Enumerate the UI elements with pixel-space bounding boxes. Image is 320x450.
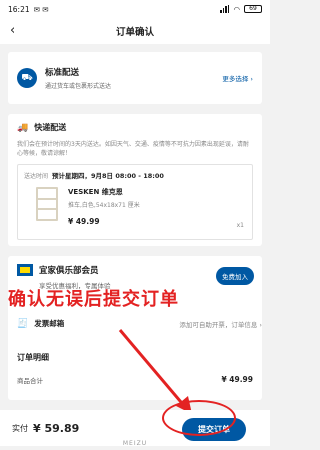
delivery-slot[interactable]: 送达时间 预计星期四，9月8日 08:00 - 18:00 VESKEN 维克恩 … [17,164,253,240]
shipping-title: 标准配送 [45,68,80,78]
slot-label: 送达时间 [24,173,49,180]
status-bar: 16:21 ✉ ✉ ◠ 69 [0,0,270,18]
shipping-subtitle: 通过货车或包裹形式送达 [45,83,112,90]
device-brand: MEIZU [122,440,148,447]
delivery-card: 🚚 快递配送 我们会在预计时间的3天内送达。如因天气、交通、疫情等不可抗力因素出… [8,114,262,246]
shipping-option-card[interactable]: ⛟ 标准配送 通过货车或包裹形式送达 更多选择 › [8,52,262,104]
member-title: 宜家俱乐部会员 [39,266,99,276]
signal-icon [220,5,230,13]
product-desc: 推车,白色,54x18x71 厘米 [68,202,140,209]
detail-title: 订单明细 [17,353,49,362]
annotation-text: 确认无误后提交订单 [8,289,179,310]
total-amount: ¥ 59.89 [33,421,80,435]
join-free-button[interactable]: 免费加入 [216,267,254,285]
back-button[interactable]: ‹ [10,23,15,38]
invoice-row[interactable]: 🧾 发票邮箱 添加可自助开票，订单信息 › [17,318,262,329]
truck-icon: 🚚 [17,122,29,133]
wifi-icon: ◠ [233,4,240,14]
annotation-circle [162,400,236,436]
product-image [36,187,58,221]
battery-icon: 69 [244,5,262,13]
status-time: 16:21 [8,4,30,14]
product-name: VESKEN 维克恩 [68,188,123,196]
delivery-icon: ⛟ [17,68,37,88]
product-qty: x1 [236,222,244,229]
ikea-logo-icon [17,264,33,276]
more-options-link[interactable]: 更多选择 › [222,73,253,83]
invoice-label: 发票邮箱 [34,319,65,328]
subtotal-amount: ¥ 49.99 [221,375,253,384]
invoice-email-input[interactable]: 添加可自助开票，订单信息 › [179,319,262,329]
product-price: ¥ 49.99 [68,217,100,226]
nav-bar: ‹ 订单确认 [0,18,270,44]
delivery-title: 快递配送 [34,123,67,132]
invoice-icon: 🧾 [17,318,29,329]
total-label: 实付 [12,423,28,433]
notification-icons: ✉ ✉ [33,4,49,14]
slot-value: 预计星期四，9月8日 08:00 - 18:00 [52,172,164,180]
page-title: 订单确认 [115,27,154,38]
subtotal-label: 商品合计 [17,377,43,385]
order-detail-card: 订单明细 商品合计 ¥ 49.99 [8,344,262,400]
delivery-desc: 我们会在预计时间的3天内送达。如因天气、交通、疫情等不可抗力因素出现延误，请耐心… [17,141,249,157]
